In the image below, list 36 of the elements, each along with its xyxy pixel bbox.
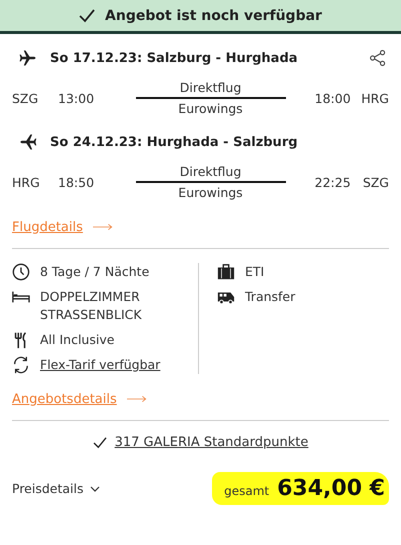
- flight-type: Direktflug: [180, 163, 242, 181]
- airport-code: SZG: [362, 174, 389, 190]
- chevron-down-icon[interactable]: [90, 486, 100, 492]
- refresh-icon: [12, 356, 30, 374]
- feature-text: 8 Tage / 7 Nächte: [40, 263, 150, 281]
- flight-type: Direktflug: [180, 79, 242, 97]
- clock-icon: [12, 263, 30, 281]
- airline-name: Eurowings: [178, 100, 243, 118]
- flex-tariff-link[interactable]: Flex-Tarif verfügbar: [40, 356, 160, 374]
- airplane-icon: [18, 48, 38, 68]
- points-link[interactable]: 317 GALERIA Standardpunkte: [114, 435, 308, 450]
- check-icon: [79, 8, 96, 22]
- arrow-right-icon: [126, 395, 147, 403]
- arrow-right-icon: [92, 223, 113, 231]
- price-details-toggle[interactable]: Preisdetails: [12, 481, 84, 496]
- flight-title: So 24.12.23: Hurghada - Salzburg: [50, 134, 299, 150]
- airplane-icon: [18, 132, 38, 152]
- departure-time: 18:50: [58, 174, 96, 190]
- feature-text: Transfer: [245, 288, 296, 306]
- airport-code: HRG: [360, 90, 389, 106]
- flight-title: So 17.12.23: Salzburg - Hurghada: [50, 50, 299, 66]
- share-icon[interactable]: [369, 49, 387, 67]
- total-price: 634,00 €: [277, 476, 385, 501]
- arrival-time: 18:00: [314, 90, 351, 106]
- feature-text: ETI: [245, 263, 264, 281]
- airline-name: Eurowings: [178, 184, 243, 202]
- suitcase-icon: [217, 263, 235, 281]
- airport-code: HRG: [12, 174, 41, 190]
- total-label: gesamt: [224, 484, 270, 498]
- departure-time: 13:00: [58, 90, 96, 106]
- feature-text: All Inclusive: [40, 331, 114, 349]
- feature-text: DOPPELZIMMER STRASSENBLICK: [40, 288, 143, 324]
- availability-text: Angebot ist noch verfügbar: [105, 8, 322, 24]
- airport-code: SZG: [12, 90, 40, 106]
- check-icon: [92, 436, 107, 448]
- arrival-time: 22:25: [314, 174, 351, 190]
